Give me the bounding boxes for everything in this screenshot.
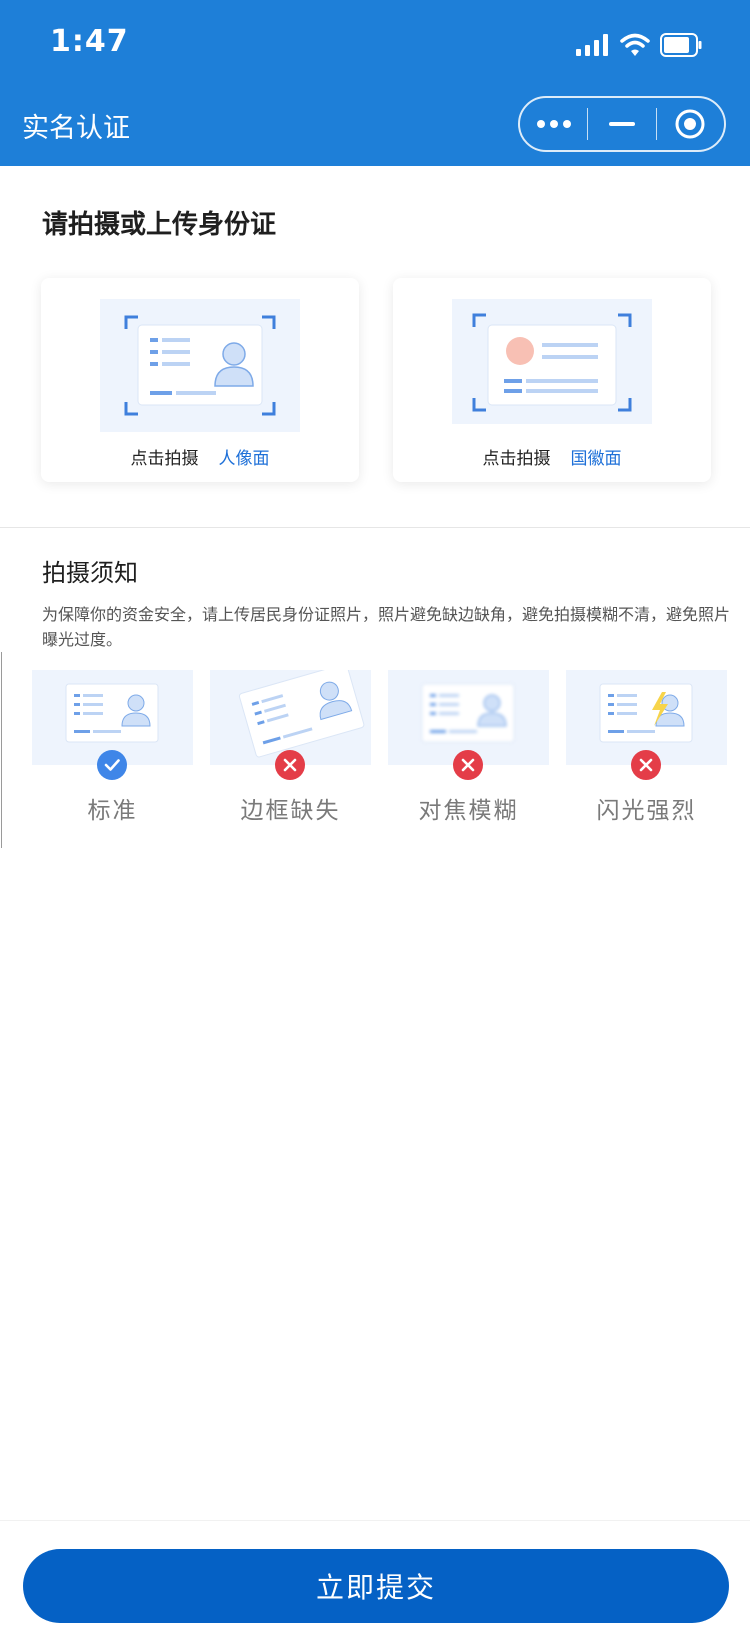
section-divider bbox=[0, 527, 750, 528]
tips-heading: 拍摄须知 bbox=[42, 559, 138, 587]
example-border-missing: 边框缺失 bbox=[210, 670, 371, 824]
example-standard: 标准 bbox=[32, 670, 193, 824]
miniapp-capsule bbox=[518, 96, 726, 152]
id-back-upload-card[interactable]: 点击拍摄 国徽面 bbox=[393, 278, 711, 482]
front-caption: 点击拍摄 人像面 bbox=[41, 444, 359, 469]
front-side-label: 人像面 bbox=[218, 449, 270, 469]
error-icon bbox=[631, 750, 661, 780]
example-flash: 闪光强烈 bbox=[566, 670, 727, 824]
check-icon bbox=[97, 750, 127, 780]
id-back-illustration-icon bbox=[452, 299, 652, 424]
back-caption: 点击拍摄 国徽面 bbox=[393, 444, 711, 469]
upload-heading: 请拍摄或上传身份证 bbox=[42, 210, 277, 240]
tips-text: 为保障你的资金安全，请上传居民身份证照片，照片避免缺边缺角，避免拍摄模糊不清，避… bbox=[42, 605, 731, 649]
example-label: 闪光强烈 bbox=[596, 798, 697, 824]
error-icon bbox=[453, 750, 483, 780]
back-side-label: 国徽面 bbox=[570, 449, 622, 469]
status-time: 1:47 bbox=[50, 24, 129, 59]
battery-icon bbox=[660, 33, 702, 57]
example-label: 边框缺失 bbox=[240, 798, 341, 824]
target-close-icon bbox=[675, 109, 705, 139]
error-icon bbox=[275, 750, 305, 780]
front-action-label: 点击拍摄 bbox=[130, 449, 199, 469]
signal-icon bbox=[576, 34, 608, 56]
submit-button[interactable]: 立即提交 bbox=[23, 1549, 729, 1623]
more-button[interactable] bbox=[520, 98, 587, 150]
close-miniapp-button[interactable] bbox=[657, 98, 724, 150]
page-title: 实名认证 bbox=[22, 113, 130, 144]
back-action-label: 点击拍摄 bbox=[482, 449, 551, 469]
status-icons bbox=[576, 30, 702, 60]
more-dots-icon bbox=[536, 120, 571, 128]
id-front-upload-card[interactable]: 点击拍摄 人像面 bbox=[41, 278, 359, 482]
wifi-icon bbox=[620, 33, 650, 56]
edge-line bbox=[1, 652, 2, 848]
minimize-button[interactable] bbox=[588, 98, 655, 150]
bottom-bar: 立即提交 bbox=[0, 1520, 750, 1651]
id-front-illustration-icon bbox=[100, 299, 300, 432]
example-blurry: 对焦模糊 bbox=[388, 670, 549, 824]
minimize-icon bbox=[608, 122, 635, 126]
app-header: 1:47 实名认证 bbox=[0, 0, 750, 166]
example-label: 标准 bbox=[87, 798, 138, 824]
example-label: 对焦模糊 bbox=[418, 798, 519, 824]
